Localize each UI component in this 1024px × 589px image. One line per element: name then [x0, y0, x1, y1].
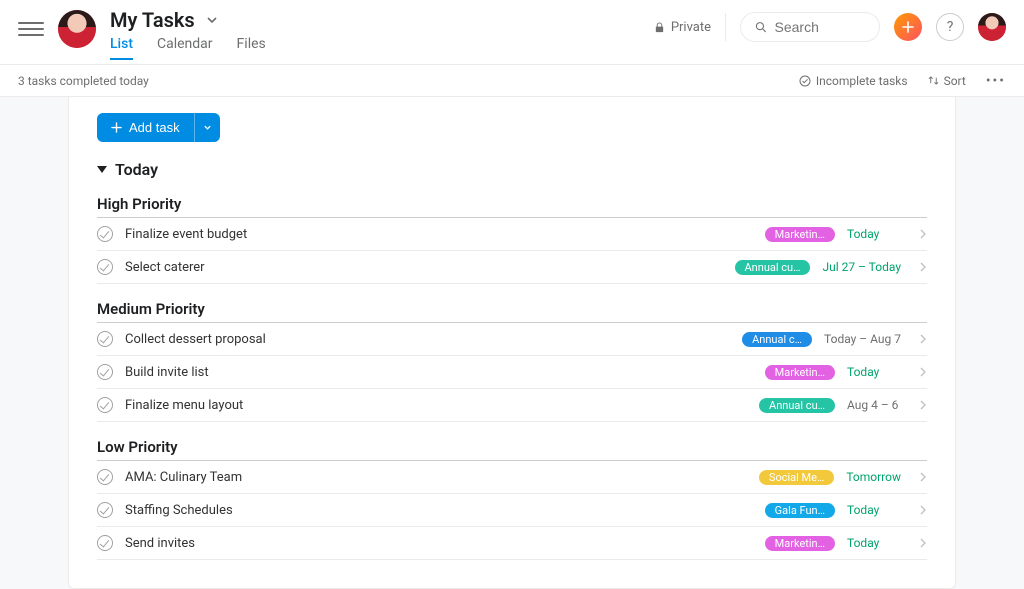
user-avatar[interactable] — [978, 13, 1006, 41]
chevron-right-icon[interactable] — [919, 262, 927, 272]
complete-check-icon[interactable] — [97, 226, 113, 242]
chevron-down-icon — [203, 123, 212, 132]
task-row[interactable]: Collect dessert proposal Annual c… Today –… — [97, 323, 927, 356]
incomplete-label: Incomplete tasks — [816, 74, 908, 88]
add-task-button[interactable]: Add task — [97, 113, 194, 142]
group-header: High Priority — [97, 195, 927, 218]
private-button[interactable]: Private — [654, 20, 711, 35]
task-row[interactable]: Staffing Schedules Gala Fun… Today — [97, 494, 927, 527]
due-date: Today — [847, 227, 901, 241]
topbar: My Tasks List Calendar Files Private ? — [0, 0, 1024, 64]
chevron-right-icon[interactable] — [919, 334, 927, 344]
group-header: Low Priority — [97, 438, 927, 461]
chevron-right-icon[interactable] — [919, 400, 927, 410]
tab-calendar[interactable]: Calendar — [157, 36, 213, 60]
complete-check-icon[interactable] — [97, 331, 113, 347]
task-row[interactable]: Finalize menu layout Annual cu… Aug 4 – 6 — [97, 389, 927, 422]
project-tag[interactable]: Annual cu… — [759, 398, 835, 413]
task-panel: Add task Today High PriorityFinalize eve… — [68, 97, 956, 589]
add-button[interactable] — [894, 13, 922, 41]
plus-icon — [902, 21, 914, 33]
task-name: Finalize menu layout — [125, 398, 747, 413]
search-field[interactable] — [740, 12, 880, 42]
task-row[interactable]: Finalize event budget Marketin… Today — [97, 218, 927, 251]
project-tag[interactable]: Marketin… — [765, 536, 835, 551]
complete-check-icon[interactable] — [97, 364, 113, 380]
due-date: Today – Aug 7 — [824, 332, 901, 346]
due-date: Today — [847, 536, 901, 550]
sort-button[interactable]: Sort — [928, 74, 966, 88]
help-button[interactable]: ? — [936, 13, 964, 41]
more-icon[interactable]: ••• — [986, 73, 1006, 89]
project-tag[interactable]: Gala Fun… — [765, 503, 835, 518]
chevron-right-icon[interactable] — [919, 472, 927, 482]
task-name: Staffing Schedules — [125, 503, 753, 518]
completed-count: 3 tasks completed today — [18, 74, 149, 88]
project-tag[interactable]: Annual c… — [742, 332, 812, 347]
complete-check-icon[interactable] — [97, 535, 113, 551]
project-tag[interactable]: Marketin… — [765, 227, 835, 242]
filter-incomplete[interactable]: Incomplete tasks — [799, 74, 908, 88]
task-name: Build invite list — [125, 365, 753, 380]
due-date: Today — [847, 503, 901, 517]
plus-icon — [111, 122, 122, 133]
sort-icon — [928, 75, 939, 86]
lock-icon — [654, 22, 665, 33]
due-date: Tomorrow — [846, 470, 901, 484]
page-title: My Tasks — [110, 8, 195, 32]
private-label: Private — [671, 20, 711, 35]
task-row[interactable]: AMA: Culinary Team Social Me… Tomorrow — [97, 461, 927, 494]
task-row[interactable]: Send invites Marketin… Today — [97, 527, 927, 560]
task-row[interactable]: Build invite list Marketin… Today — [97, 356, 927, 389]
project-tag[interactable]: Marketin… — [765, 365, 835, 380]
project-avatar[interactable] — [58, 10, 96, 48]
tab-files[interactable]: Files — [237, 36, 266, 60]
chevron-right-icon[interactable] — [919, 367, 927, 377]
add-task-label: Add task — [129, 120, 180, 135]
topbar-right: Private ? — [654, 12, 1006, 42]
chevron-right-icon[interactable] — [919, 505, 927, 515]
task-name: Send invites — [125, 536, 753, 551]
check-circle-icon — [799, 75, 811, 87]
due-date: Today — [847, 365, 901, 379]
complete-check-icon[interactable] — [97, 397, 113, 413]
divider — [725, 13, 726, 41]
chevron-right-icon[interactable] — [919, 538, 927, 548]
add-task-group: Add task — [97, 113, 220, 142]
section-title-today: Today — [115, 160, 158, 179]
subbar: 3 tasks completed today Incomplete tasks… — [0, 64, 1024, 97]
due-date: Jul 27 – Today — [822, 260, 901, 274]
complete-check-icon[interactable] — [97, 259, 113, 275]
project-tag[interactable]: Annual cu… — [735, 260, 811, 275]
search-icon — [755, 20, 767, 34]
task-name: Finalize event budget — [125, 227, 753, 242]
complete-check-icon[interactable] — [97, 502, 113, 518]
add-task-dropdown[interactable] — [194, 113, 220, 142]
task-name: AMA: Culinary Team — [125, 470, 747, 485]
group-header: Medium Priority — [97, 300, 927, 323]
triangle-down-icon — [97, 166, 107, 173]
task-name: Collect dessert proposal — [125, 332, 730, 347]
tab-list[interactable]: List — [110, 36, 133, 60]
chevron-down-icon[interactable] — [205, 13, 219, 27]
chevron-right-icon[interactable] — [919, 229, 927, 239]
task-name: Select caterer — [125, 260, 723, 275]
project-tag[interactable]: Social Me… — [759, 470, 834, 485]
search-input[interactable] — [775, 19, 865, 35]
sort-label: Sort — [944, 74, 966, 88]
due-date: Aug 4 – 6 — [847, 398, 901, 412]
section-today[interactable]: Today — [97, 160, 927, 179]
complete-check-icon[interactable] — [97, 469, 113, 485]
task-row[interactable]: Select caterer Annual cu… Jul 27 – Today — [97, 251, 927, 284]
tabs: List Calendar Files — [110, 36, 266, 60]
title-block: My Tasks List Calendar Files — [110, 8, 266, 60]
menu-icon[interactable] — [18, 16, 44, 42]
